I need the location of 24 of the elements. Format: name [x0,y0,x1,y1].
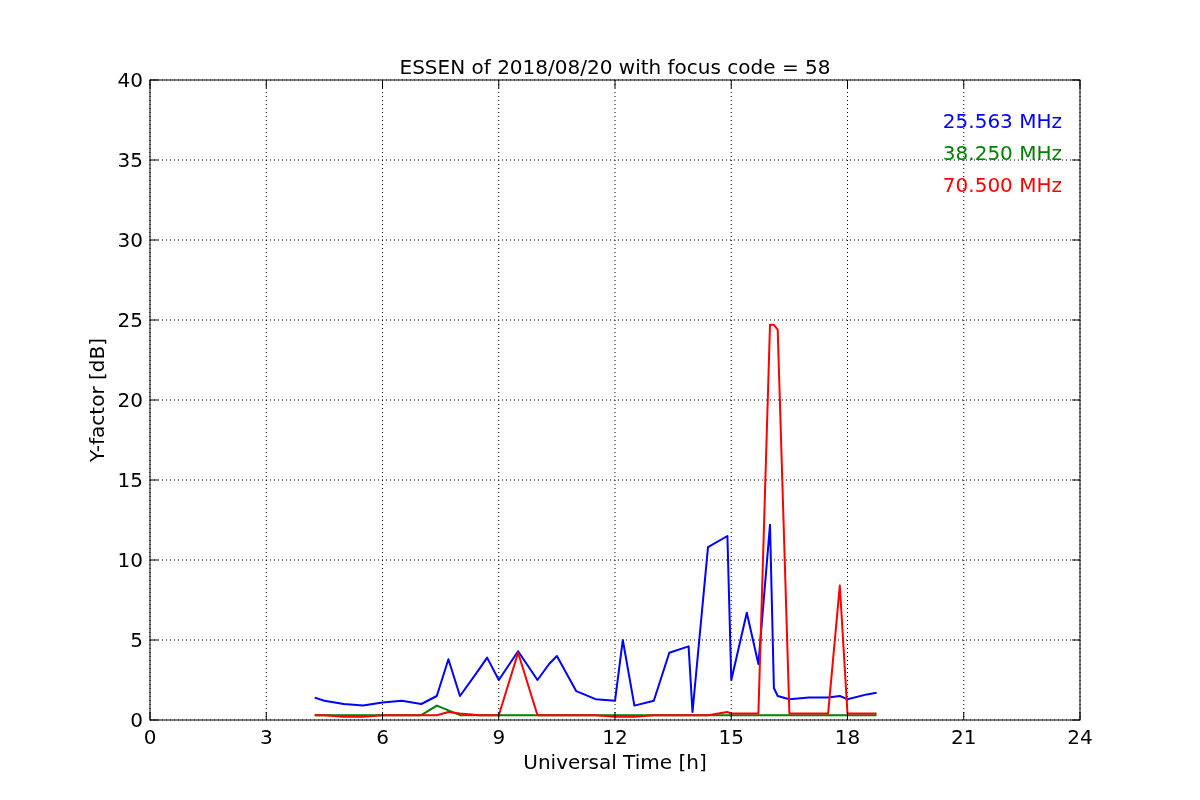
tick-label: 12 [602,725,628,749]
tick-label: 21 [951,725,977,749]
tick-label: 20 [117,388,143,412]
tick-label: 35 [117,148,143,172]
tick-label: 25 [117,308,143,332]
tick-label: 9 [492,725,506,749]
chart-title: ESSEN of 2018/08/20 with focus code = 58 [399,55,831,79]
axis-label: Universal Time [h] [523,750,707,774]
tick-label: 10 [117,548,143,572]
axis-label: Y-factor [dB] [85,338,109,462]
tick-label: 3 [259,725,273,749]
tick-label: 15 [718,725,744,749]
tick-label: 30 [117,228,143,252]
legend-label: 38.250 MHz [942,141,1062,165]
tick-label: 24 [1067,725,1093,749]
tick-label: 5 [130,628,143,652]
tick-label: 40 [117,68,143,92]
tick-label: 6 [376,725,389,749]
tick-label: 0 [130,708,143,732]
tick-label: 18 [834,725,861,749]
legend-label: 70.500 MHz [942,173,1062,197]
tick-label: 0 [143,725,157,749]
legend-label: 25.563 MHz [942,109,1062,133]
tick-label: 15 [117,468,143,492]
